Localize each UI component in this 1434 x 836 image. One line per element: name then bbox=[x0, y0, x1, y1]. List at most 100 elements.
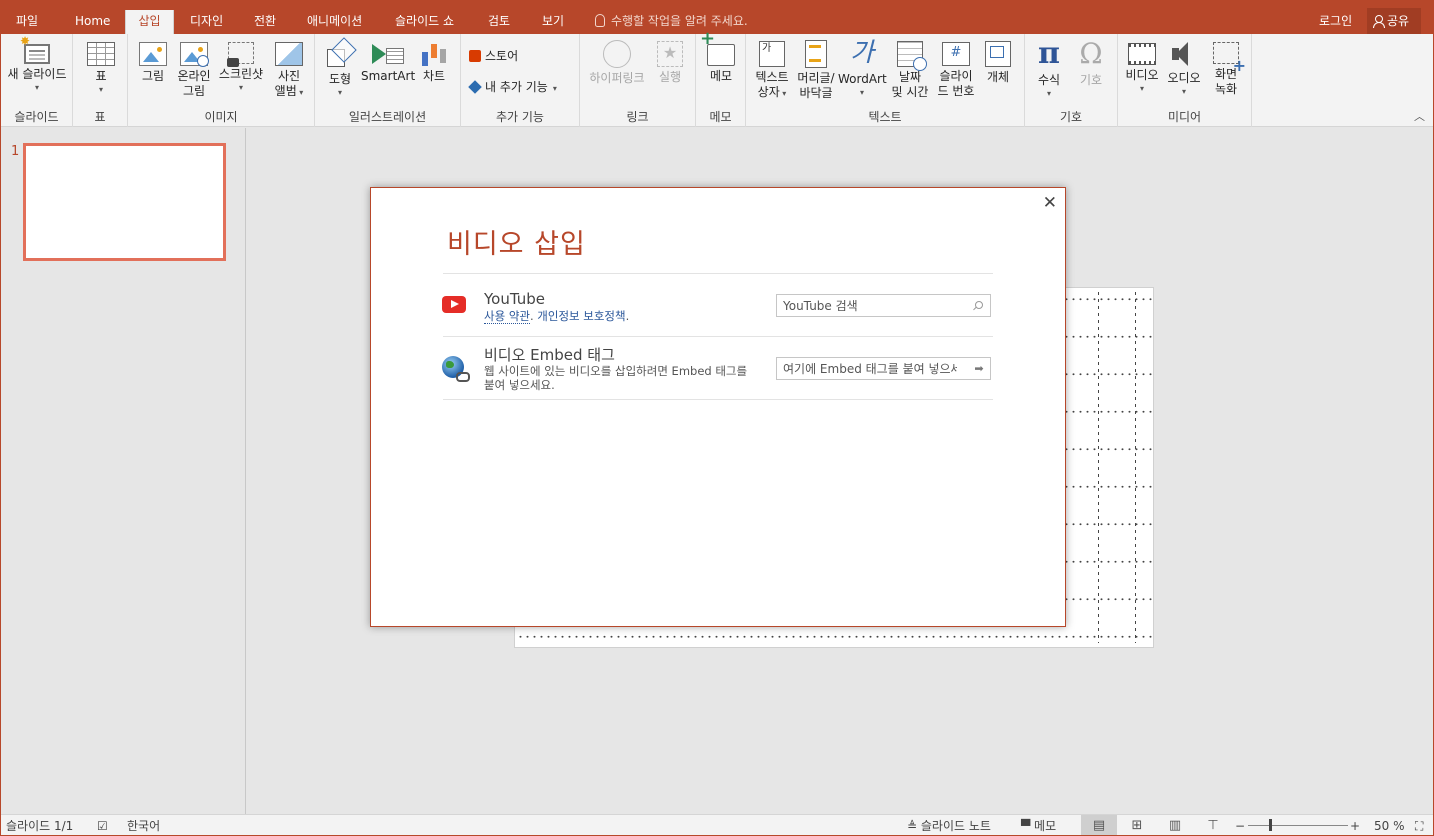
chevron-down-icon: ▾ bbox=[859, 88, 864, 97]
hyperlink-button[interactable]: 하이퍼링크 bbox=[586, 36, 648, 86]
chart-button[interactable]: 차트 bbox=[417, 36, 451, 84]
screenshot-button[interactable]: 스크린샷 ▾ bbox=[216, 36, 266, 94]
slidenum-label-2: 드 번호 bbox=[937, 84, 975, 98]
comments-label: 메모 bbox=[1034, 819, 1057, 833]
group-table: 표 ▾ 표 bbox=[73, 34, 128, 127]
embed-tag-input[interactable] bbox=[777, 358, 957, 379]
tab-animations[interactable]: 애니메이션 bbox=[303, 10, 366, 34]
ribbon-insert: 새 슬라이드 ▾ 슬라이드 표 ▾ 표 그림 온라인 그림 bbox=[1, 31, 1433, 127]
slide-number-button[interactable]: # 슬라이 드 번호 bbox=[934, 36, 978, 99]
slideshow-view-icon[interactable]: ⊤ bbox=[1195, 815, 1231, 835]
comment-status-icon: ▀ bbox=[1021, 819, 1035, 833]
table-button[interactable]: 표 ▾ bbox=[83, 36, 119, 96]
textbox-button[interactable]: 가 텍스트 상자 ▾ bbox=[750, 36, 794, 100]
language-indicator[interactable]: 한국어 bbox=[127, 818, 160, 834]
zoom-slider-track[interactable] bbox=[1248, 825, 1348, 826]
shapes-label: 도형 bbox=[328, 72, 352, 86]
tab-transitions[interactable]: 전환 bbox=[250, 10, 280, 34]
fit-to-window-icon[interactable]: ⛶ bbox=[1415, 818, 1423, 834]
online-picture-icon bbox=[180, 42, 209, 67]
slide-thumbnail[interactable] bbox=[23, 143, 226, 261]
omega-icon: Ω bbox=[1079, 37, 1103, 70]
group-illustrations: 도형 ▾ SmartArt 차트 일러스트레이션 bbox=[315, 34, 461, 127]
shapes-button[interactable]: 도형 ▾ bbox=[323, 36, 357, 99]
table-icon bbox=[87, 42, 115, 66]
powerpoint-window: 파일 Home 삽입 디자인 전환 애니메이션 슬라이드 쇼 검토 보기 수행할… bbox=[0, 0, 1434, 836]
album-label-2: 앨범 bbox=[274, 84, 297, 98]
symbol-label: 기호 bbox=[1079, 73, 1103, 87]
tell-me-box[interactable]: 수행할 작업을 알려 주세요. bbox=[595, 10, 748, 32]
object-icon bbox=[985, 41, 1011, 67]
search-icon[interactable] bbox=[971, 297, 987, 314]
zoom-level[interactable]: 50 % bbox=[1374, 818, 1405, 834]
tab-insert[interactable]: 삽입 bbox=[125, 10, 174, 34]
store-button[interactable]: 스토어 bbox=[469, 47, 518, 65]
action-button[interactable]: ★ 실행 bbox=[652, 36, 688, 85]
group-label: 표 bbox=[94, 110, 106, 124]
equation-button[interactable]: π 수식 ▾ bbox=[1031, 36, 1067, 100]
chevron-down-icon: ▾ bbox=[238, 83, 243, 92]
chart-label: 차트 bbox=[422, 69, 446, 83]
shapes-icon bbox=[325, 39, 355, 69]
youtube-search-input[interactable] bbox=[777, 295, 957, 316]
screenshot-label: 스크린샷 bbox=[218, 67, 264, 81]
object-button[interactable]: 개체 bbox=[980, 36, 1016, 85]
equation-label: 수식 bbox=[1037, 73, 1061, 87]
chevron-down-icon: ▾ bbox=[98, 85, 103, 94]
zoom-out-icon[interactable]: − bbox=[1235, 818, 1245, 834]
speaker-icon bbox=[1170, 40, 1198, 68]
arrow-right-icon[interactable]: ➡ bbox=[971, 360, 987, 377]
notes-icon: ≜ bbox=[907, 819, 921, 833]
notes-button[interactable]: ≜ 슬라이드 노트 bbox=[907, 818, 991, 834]
close-icon[interactable]: ✕ bbox=[1043, 193, 1057, 213]
tab-view[interactable]: 보기 bbox=[538, 10, 568, 34]
store-icon bbox=[469, 50, 481, 62]
tab-slideshow[interactable]: 슬라이드 쇼 bbox=[391, 10, 458, 34]
divider bbox=[443, 336, 993, 337]
tab-home[interactable]: Home bbox=[71, 10, 114, 34]
reading-view-icon[interactable]: ▥ bbox=[1157, 815, 1193, 835]
symbol-button[interactable]: Ω 기호 bbox=[1073, 36, 1109, 88]
pictures-button[interactable]: 그림 bbox=[136, 36, 170, 84]
spellcheck-icon[interactable]: ☑ bbox=[97, 818, 108, 834]
new-slide-button[interactable]: 새 슬라이드 ▾ bbox=[5, 34, 69, 94]
my-addins-button[interactable]: 내 추가 기능 ▾ bbox=[468, 78, 557, 98]
comment-button[interactable]: 메모 bbox=[700, 31, 739, 84]
privacy-link[interactable]: 개인정보 보호정책 bbox=[537, 309, 625, 323]
comments-button[interactable]: ▀ 메모 bbox=[1021, 818, 1056, 834]
embed-description: 웹 사이트에 있는 비디오를 삽입하려면 Embed 태그를 붙여 넣으세요. bbox=[484, 364, 748, 392]
audio-label: 오디오 bbox=[1167, 71, 1201, 85]
chevron-down-icon: ▾ bbox=[34, 83, 39, 92]
audio-button[interactable]: 오디오 ▾ bbox=[1164, 36, 1204, 98]
zoom-slider-thumb[interactable] bbox=[1269, 819, 1272, 831]
zoom-in-icon[interactable]: + bbox=[1350, 818, 1360, 834]
chevron-down-icon: ▾ bbox=[1181, 87, 1186, 96]
group-images: 그림 온라인 그림 스크린샷 ▾ 사진 앨범 ▾ 이미지 bbox=[128, 34, 315, 127]
header-footer-button[interactable]: 머리글/ 바닥글 bbox=[794, 36, 838, 101]
chevron-down-icon: ▾ bbox=[337, 88, 342, 97]
divider bbox=[443, 399, 993, 400]
wordart-button[interactable]: 가 WordArt ▾ bbox=[838, 36, 887, 99]
share-button[interactable]: 공유 bbox=[1367, 8, 1421, 34]
slide-sorter-icon[interactable]: ⊞ bbox=[1119, 815, 1155, 835]
hyperlink-label: 하이퍼링크 bbox=[589, 71, 645, 85]
chevron-down-icon: ▾ bbox=[779, 89, 787, 98]
normal-view-icon[interactable]: ▤ bbox=[1081, 815, 1117, 835]
collapse-ribbon-icon[interactable]: ︿ bbox=[1414, 108, 1425, 124]
embed-name: 비디오 Embed 태그 bbox=[484, 346, 615, 364]
screen-recording-button[interactable]: 화면 녹화 bbox=[1208, 36, 1246, 97]
comment-label: 메모 bbox=[709, 69, 733, 83]
slide-number-icon: # bbox=[942, 42, 970, 66]
terms-link[interactable]: 사용 약관 bbox=[484, 309, 530, 324]
smartart-button[interactable]: SmartArt bbox=[361, 36, 415, 84]
thumbnail-number: 1 bbox=[11, 144, 20, 159]
online-pictures-button[interactable]: 온라인 그림 bbox=[174, 36, 214, 99]
tab-review[interactable]: 검토 bbox=[484, 10, 514, 34]
textbox-label-2: 상자 bbox=[757, 85, 780, 99]
tab-design[interactable]: 디자인 bbox=[186, 10, 227, 34]
date-time-button[interactable]: 날짜 및 시간 bbox=[888, 36, 932, 100]
login-link[interactable]: 로그인 bbox=[1319, 10, 1352, 32]
video-button[interactable]: 비디오 ▾ bbox=[1122, 36, 1162, 95]
tab-file[interactable]: 파일 bbox=[12, 10, 42, 34]
photo-album-button[interactable]: 사진 앨범 ▾ bbox=[270, 36, 308, 99]
